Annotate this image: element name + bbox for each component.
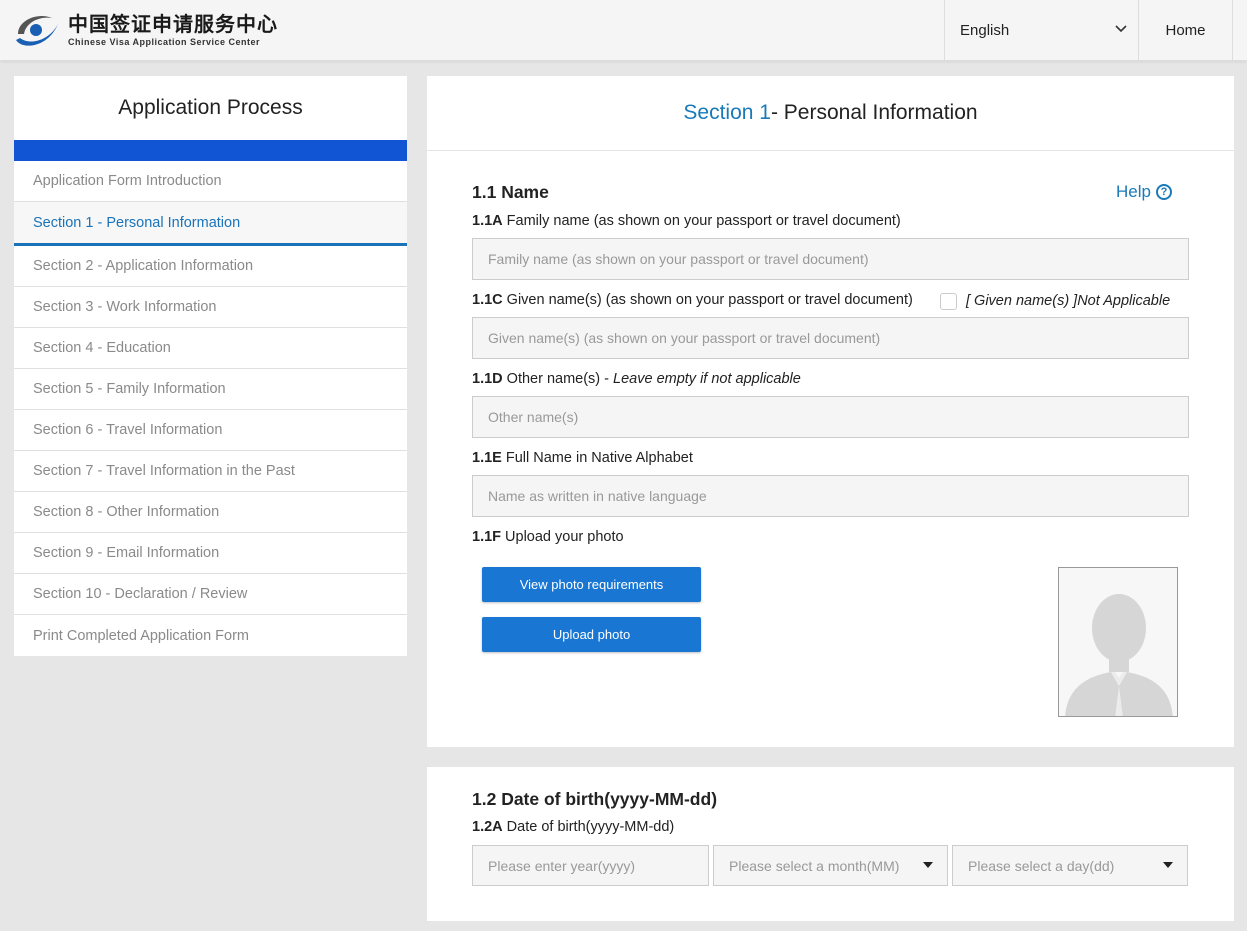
view-photo-requirements-button[interactable]: View photo requirements <box>482 567 701 602</box>
given-name-not-applicable-checkbox[interactable] <box>940 293 957 310</box>
name-group-heading: 1.1 Name <box>472 182 549 202</box>
site-logo[interactable]: 中国签证申请服务中心 Chinese Visa Application Serv… <box>12 8 278 52</box>
personal-information-panel: Section 1 - Personal Information 1.1 Nam… <box>427 76 1234 747</box>
sidebar-item[interactable]: Print Completed Application Form <box>14 615 407 656</box>
family-name-text: Family name (as shown on your passport o… <box>502 213 901 229</box>
family-name-input[interactable]: Family name (as shown on your passport o… <box>472 238 1189 280</box>
sidebar-item[interactable]: Application Form Introduction <box>14 161 407 202</box>
language-value: English <box>960 21 1010 39</box>
date-of-birth-panel: 1.2 Date of birth(yyyy-MM-dd) 1.2A Date … <box>427 767 1234 921</box>
caret-down-icon <box>1163 862 1173 868</box>
top-header: 中国签证申请服务中心 Chinese Visa Application Serv… <box>0 0 1247 61</box>
dob-label: 1.2A Date of birth(yyyy-MM-dd) <box>472 819 674 835</box>
upload-photo-button[interactable]: Upload photo <box>482 617 701 652</box>
language-select[interactable]: English <box>944 0 1138 60</box>
logo-chinese-text: 中国签证申请服务中心 <box>68 12 278 36</box>
birth-year-input[interactable]: Please enter year(yyyy) <box>472 845 709 886</box>
dob-group-heading: 1.2 Date of birth(yyyy-MM-dd) <box>472 789 718 809</box>
native-name-text: Full Name in Native Alphabet <box>501 450 693 466</box>
photo-placeholder <box>1058 567 1178 717</box>
section-title: - Personal Information <box>770 101 978 124</box>
sidebar-item[interactable]: Section 10 - Declaration / Review <box>14 574 407 615</box>
help-label: Help <box>1116 182 1151 201</box>
other-name-note: Leave empty if not applicable <box>613 371 801 387</box>
upload-photo-code: 1.1F <box>472 529 502 545</box>
dob-text: Date of birth(yyyy-MM-dd) <box>502 819 675 835</box>
birth-month-select[interactable]: Please select a month(MM) <box>713 845 948 886</box>
progress-bar <box>14 140 407 161</box>
family-name-label: 1.1A Family name (as shown on your passp… <box>472 213 901 229</box>
section-heading: Section 1 - Personal Information <box>427 76 1234 151</box>
given-name-not-applicable-label: [ Given name(s) ]Not Applicable <box>966 293 1171 309</box>
question-circle-icon: ? <box>1155 184 1172 200</box>
home-link[interactable]: Home <box>1138 0 1233 60</box>
sidebar-item[interactable]: Section 5 - Family Information <box>14 369 407 410</box>
sidebar-title: Application Process <box>118 96 303 119</box>
sidebar-item[interactable]: Section 2 - Application Information <box>14 246 407 287</box>
given-name-label: 1.1C Given name(s) (as shown on your pas… <box>472 292 913 308</box>
other-name-code: 1.1D <box>472 371 503 387</box>
sidebar-item[interactable]: Section 3 - Work Information <box>14 287 407 328</box>
application-process-sidebar: Application Process Application Form Int… <box>14 76 407 656</box>
sidebar-item[interactable]: Section 9 - Email Information <box>14 533 407 574</box>
given-name-text: Given name(s) (as shown on your passport… <box>502 292 913 308</box>
birth-month-placeholder: Please select a month(MM) <box>729 857 900 874</box>
sidebar-nav: Application Form Introduction Section 1 -… <box>14 161 407 656</box>
other-name-label: 1.1D Other name(s) - Leave empty if not … <box>472 371 801 387</box>
sidebar-item[interactable]: Section 6 - Travel Information <box>14 410 407 451</box>
birth-day-placeholder: Please select a day(dd) <box>968 857 1115 874</box>
sidebar-item[interactable]: Section 4 - Education <box>14 328 407 369</box>
sidebar-item[interactable]: Section 7 - Travel Information in the Pa… <box>14 451 407 492</box>
birth-day-select[interactable]: Please select a day(dd) <box>952 845 1188 886</box>
avatar-silhouette-icon <box>1059 568 1177 716</box>
sidebar-item[interactable]: Section 1 - Personal Information <box>14 202 407 246</box>
family-name-code: 1.1A <box>472 213 503 229</box>
other-name-input[interactable]: Other name(s) <box>472 396 1189 438</box>
upload-photo-label: 1.1F Upload your photo <box>472 529 624 545</box>
native-name-code: 1.1E <box>472 450 502 466</box>
native-name-input[interactable]: Name as written in native language <box>472 475 1189 517</box>
native-name-label: 1.1E Full Name in Native Alphabet <box>472 450 693 466</box>
given-name-code: 1.1C <box>472 292 503 308</box>
section-number: Section 1 <box>683 101 771 124</box>
given-name-input[interactable]: Given name(s) (as shown on your passport… <box>472 317 1189 359</box>
dob-code: 1.2A <box>472 819 503 835</box>
chevron-down-icon <box>1115 25 1127 33</box>
logo-english-text: Chinese Visa Application Service Center <box>68 37 261 47</box>
help-link[interactable]: Help ? <box>1116 182 1172 202</box>
logo-swoosh-icon <box>16 15 58 46</box>
sidebar-item[interactable]: Section 8 - Other Information <box>14 492 407 533</box>
upload-photo-text: Upload your photo <box>501 529 624 545</box>
other-name-text: Other name(s) - <box>502 371 614 387</box>
caret-down-icon <box>923 862 933 868</box>
